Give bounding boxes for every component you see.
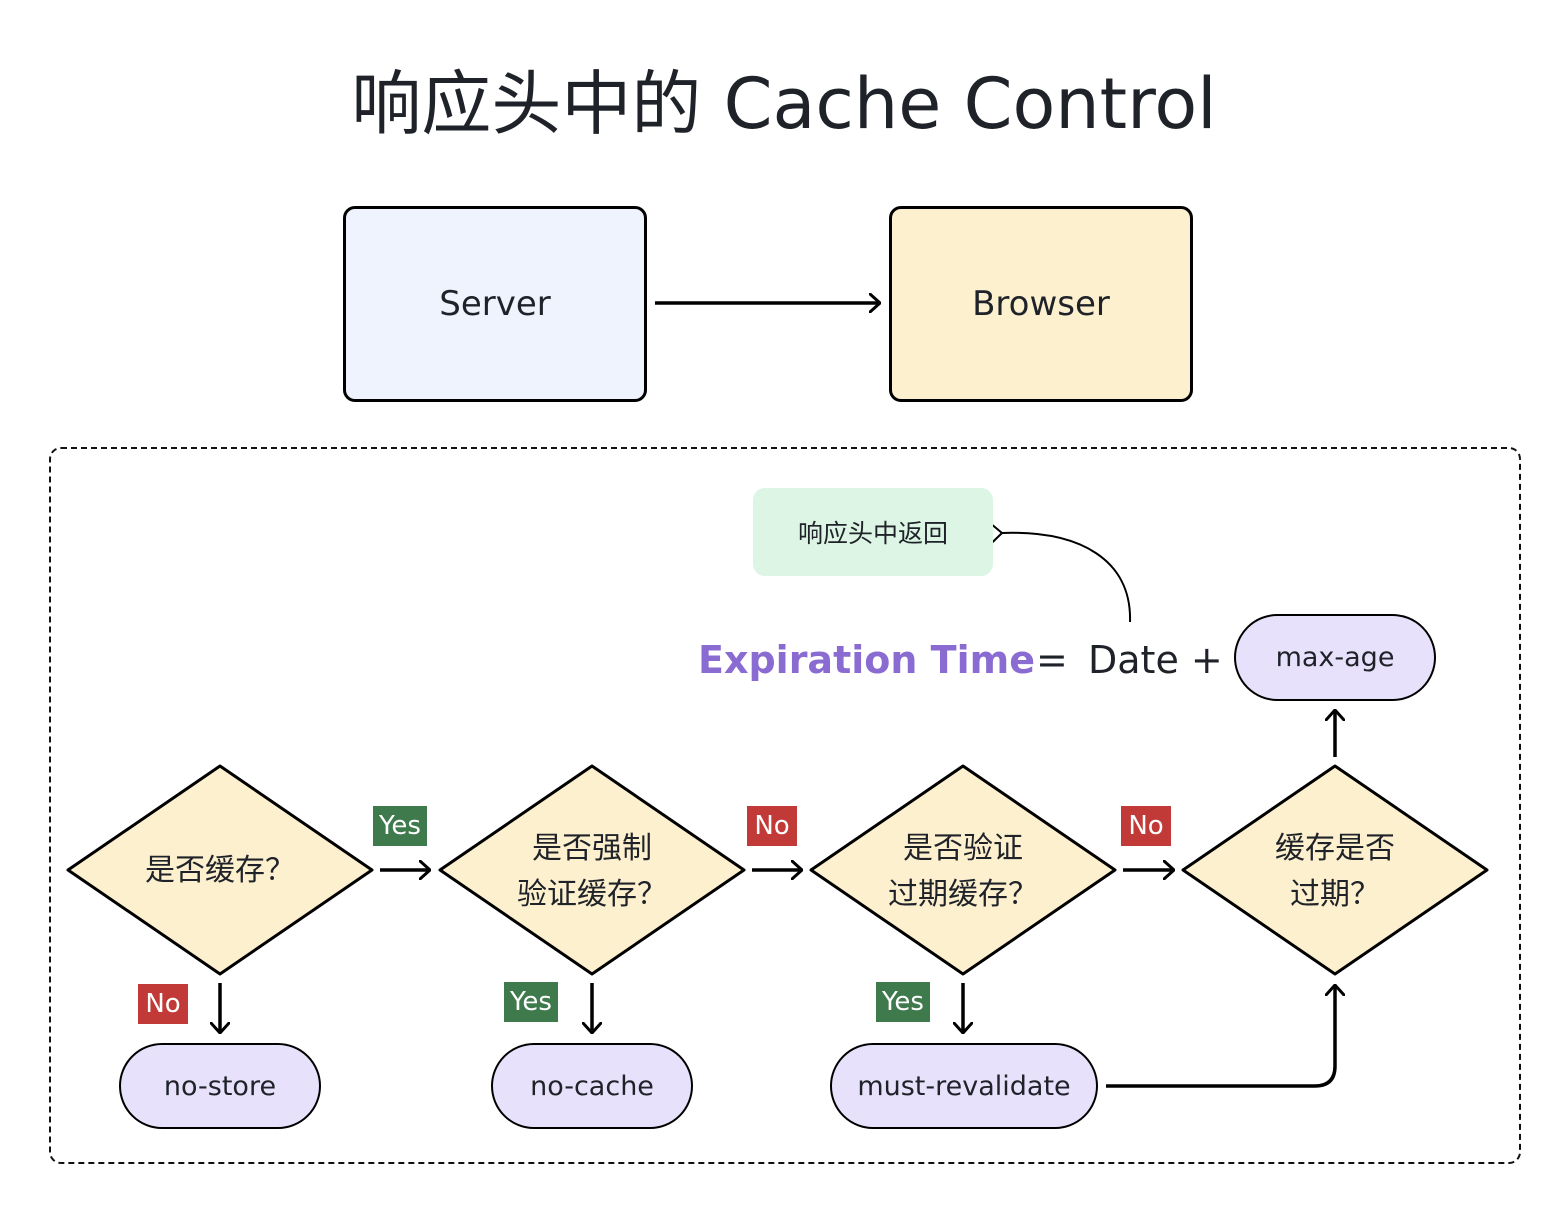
edge-label-d1-no: No [138, 984, 188, 1024]
edge-label-d3-no: No [1121, 806, 1171, 846]
decision-3-line-1: 是否验证 [903, 831, 1023, 866]
formula-date-plus: Date + [1088, 638, 1223, 682]
formula-equals: = [1036, 638, 1068, 682]
decision-3-line-2: 过期缓存？ [888, 877, 1038, 912]
no-cache-label: no-cache [530, 1070, 654, 1102]
max-age-label: max-age [1275, 642, 1395, 673]
formula-to-note-arrow [990, 523, 1132, 623]
edge-label-d1-yes: Yes [373, 806, 427, 846]
decision-2-line-2: 验证缓存？ [517, 877, 667, 912]
decision-4-line-1: 缓存是否 [1275, 831, 1395, 866]
decision-1-line-1: 是否缓存？ [145, 853, 295, 888]
directive-must-revalidate: must-revalidate [830, 1043, 1098, 1129]
no-store-label: no-store [163, 1070, 277, 1102]
decision-1-text: 是否缓存？ [90, 848, 350, 894]
decision-4-line-2: 过期？ [1290, 877, 1380, 912]
connector-layer [66, 0, 1489, 1088]
directive-no-cache: no-cache [491, 1043, 693, 1129]
decision-2-line-1: 是否强制 [532, 831, 652, 866]
directive-max-age: max-age [1234, 614, 1436, 701]
mustrevalidate-to-d4-arrow [1106, 985, 1335, 1088]
must-revalidate-label: must-revalidate [857, 1070, 1071, 1102]
edge-label-d2-yes: Yes [504, 982, 558, 1022]
decision-3-text: 是否验证 过期缓存？ [833, 826, 1093, 918]
decision-2-text: 是否强制 验证缓存？ [462, 826, 722, 918]
edge-label-d3-yes: Yes [876, 982, 930, 1022]
edge-label-d2-no: No [747, 806, 797, 846]
response-header-note: 响应头中返回 [753, 488, 993, 576]
note-label: 响应头中返回 [797, 519, 948, 548]
decision-4-text: 缓存是否 过期？ [1205, 826, 1465, 918]
expiration-time-label: Expiration Time [698, 638, 1035, 682]
directive-no-store: no-store [119, 1043, 321, 1129]
